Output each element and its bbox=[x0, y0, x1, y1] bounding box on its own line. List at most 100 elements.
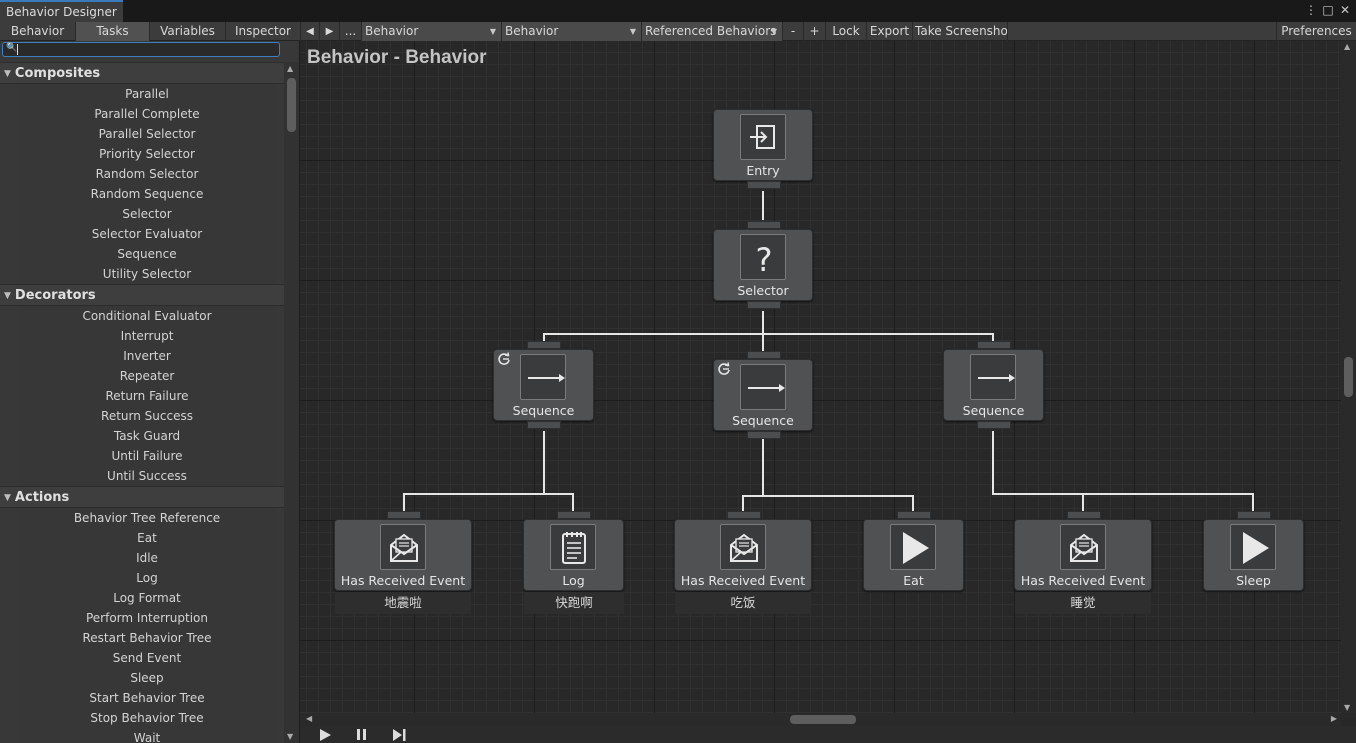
graph-horizontal-scrollbar[interactable]: ◀ ▶ bbox=[300, 713, 1341, 726]
step-button-icon[interactable] bbox=[381, 726, 417, 743]
task-item[interactable]: Log bbox=[18, 568, 276, 588]
input-port[interactable] bbox=[1067, 511, 1101, 519]
scroll-left-icon[interactable]: ◀ bbox=[306, 714, 312, 723]
scroll-down-icon[interactable]: ▼ bbox=[287, 732, 293, 741]
scrollbar-thumb[interactable] bbox=[287, 78, 296, 132]
output-port[interactable] bbox=[977, 421, 1011, 429]
log-node[interactable]: Log bbox=[523, 511, 624, 591]
scroll-up-icon[interactable]: ▲ bbox=[1344, 42, 1350, 51]
play-button-icon[interactable] bbox=[306, 726, 342, 743]
ellipsis-button[interactable]: ... bbox=[340, 22, 362, 41]
entry-node[interactable]: Entry bbox=[713, 109, 813, 189]
scroll-up-icon[interactable]: ▲ bbox=[287, 64, 293, 73]
task-item[interactable]: Return Failure bbox=[18, 386, 276, 406]
task-item[interactable]: Parallel bbox=[18, 84, 276, 104]
output-port[interactable] bbox=[747, 301, 781, 309]
scroll-right-icon[interactable]: ▶ bbox=[1331, 714, 1337, 723]
task-item[interactable]: Wait bbox=[18, 728, 276, 743]
search-input[interactable]: 🔍 bbox=[2, 42, 280, 57]
minus-button[interactable]: - bbox=[783, 22, 804, 41]
input-port[interactable] bbox=[557, 511, 591, 519]
tab-inspector[interactable]: Inspector bbox=[226, 22, 301, 41]
scrollbar-thumb[interactable] bbox=[1344, 357, 1353, 397]
maximize-icon[interactable]: □ bbox=[1321, 2, 1335, 18]
category-header[interactable]: ▼ Decorators bbox=[0, 284, 284, 306]
task-item[interactable]: Eat bbox=[18, 528, 276, 548]
sequence-node-middle[interactable]: Sequence bbox=[713, 351, 813, 439]
sleep-node[interactable]: Sleep bbox=[1203, 511, 1304, 591]
category-header[interactable]: ▼ Actions bbox=[0, 486, 284, 508]
output-port[interactable] bbox=[527, 421, 561, 429]
input-port[interactable] bbox=[1237, 511, 1271, 519]
task-item[interactable]: Inverter bbox=[18, 346, 276, 366]
tab-variables[interactable]: Variables bbox=[150, 22, 226, 41]
output-port[interactable] bbox=[747, 181, 781, 189]
task-item[interactable]: Start Behavior Tree bbox=[18, 688, 276, 708]
expand-triangle-icon[interactable]: ▼ bbox=[4, 487, 11, 509]
has-received-event-node-3[interactable]: Has Received Event bbox=[1014, 511, 1152, 591]
lock-button[interactable]: Lock bbox=[826, 22, 867, 41]
eat-node[interactable]: Eat bbox=[863, 511, 964, 591]
task-item[interactable]: Repeater bbox=[18, 366, 276, 386]
plus-button[interactable]: + bbox=[804, 22, 826, 41]
object-dropdown[interactable]: Behavior ▼ bbox=[362, 22, 502, 41]
behavior-dropdown[interactable]: Behavior ▼ bbox=[502, 22, 642, 41]
export-button[interactable]: Export bbox=[867, 22, 913, 41]
more-options-icon[interactable]: ⋮ bbox=[1304, 2, 1318, 18]
task-item[interactable]: Idle bbox=[18, 548, 276, 568]
task-item[interactable]: Stop Behavior Tree bbox=[18, 708, 276, 728]
task-item[interactable]: Selector bbox=[18, 204, 276, 224]
pause-button-icon[interactable] bbox=[343, 726, 379, 743]
task-item[interactable]: Random Sequence bbox=[18, 184, 276, 204]
close-icon[interactable]: ✕ bbox=[1338, 2, 1352, 18]
task-item[interactable]: Return Success bbox=[18, 406, 276, 426]
task-item[interactable]: Selector Evaluator bbox=[18, 224, 276, 244]
task-item[interactable]: Conditional Evaluator bbox=[18, 306, 276, 326]
behavior-graph-canvas[interactable]: Behavior - Behavior Entry ? Selector Seq… bbox=[300, 41, 1341, 713]
take-screenshot-button[interactable]: Take Screenshot bbox=[913, 22, 1008, 41]
sequence-node-left[interactable]: Sequence bbox=[493, 341, 594, 429]
input-port[interactable] bbox=[527, 341, 561, 349]
sequence-node-right[interactable]: Sequence bbox=[943, 341, 1044, 429]
next-button[interactable]: ▶ bbox=[320, 22, 340, 41]
task-item[interactable]: Random Selector bbox=[18, 164, 276, 184]
selector-node[interactable]: ? Selector bbox=[713, 221, 813, 309]
tab-tasks[interactable]: Tasks bbox=[76, 22, 150, 41]
expand-triangle-icon[interactable]: ▼ bbox=[4, 285, 11, 307]
preferences-button[interactable]: Preferences bbox=[1276, 22, 1356, 41]
input-port[interactable] bbox=[747, 351, 781, 359]
task-item[interactable]: Parallel Selector bbox=[18, 124, 276, 144]
input-port[interactable] bbox=[977, 341, 1011, 349]
has-received-event-node-2[interactable]: Has Received Event bbox=[674, 511, 812, 591]
tab-behavior[interactable]: Behavior bbox=[0, 22, 76, 41]
graph-vertical-scrollbar[interactable]: ▲ ▼ bbox=[1341, 41, 1356, 713]
task-item[interactable]: Utility Selector bbox=[18, 264, 276, 284]
task-item[interactable]: Until Failure bbox=[18, 446, 276, 466]
scroll-down-icon[interactable]: ▼ bbox=[1344, 703, 1350, 712]
input-port[interactable] bbox=[387, 511, 421, 519]
referenced-behaviors-dropdown[interactable]: Referenced Behaviors ▼ bbox=[642, 22, 783, 41]
task-item[interactable]: Until Success bbox=[18, 466, 276, 486]
task-item[interactable]: Log Format bbox=[18, 588, 276, 608]
scrollbar-thumb[interactable] bbox=[790, 715, 856, 724]
task-item[interactable]: Send Event bbox=[18, 648, 276, 668]
task-list-scrollbar[interactable]: ▲ ▼ bbox=[284, 62, 299, 743]
window-tab[interactable]: Behavior Designer bbox=[0, 0, 123, 22]
category-header[interactable]: ▼ Composites bbox=[0, 62, 284, 84]
input-port[interactable] bbox=[747, 221, 781, 229]
task-item[interactable]: Perform Interruption bbox=[18, 608, 276, 628]
task-item[interactable]: Sleep bbox=[18, 668, 276, 688]
task-item[interactable]: Restart Behavior Tree bbox=[18, 628, 276, 648]
task-item[interactable]: Parallel Complete bbox=[18, 104, 276, 124]
task-item[interactable]: Task Guard bbox=[18, 426, 276, 446]
task-item[interactable]: Behavior Tree Reference bbox=[18, 508, 276, 528]
expand-triangle-icon[interactable]: ▼ bbox=[4, 63, 11, 85]
input-port[interactable] bbox=[727, 511, 761, 519]
input-port[interactable] bbox=[897, 511, 931, 519]
task-item[interactable]: Priority Selector bbox=[18, 144, 276, 164]
task-item[interactable]: Interrupt bbox=[18, 326, 276, 346]
task-item[interactable]: Sequence bbox=[18, 244, 276, 264]
prev-button[interactable]: ◀ bbox=[301, 22, 320, 41]
has-received-event-node-1[interactable]: Has Received Event bbox=[334, 511, 472, 591]
output-port[interactable] bbox=[747, 431, 781, 439]
